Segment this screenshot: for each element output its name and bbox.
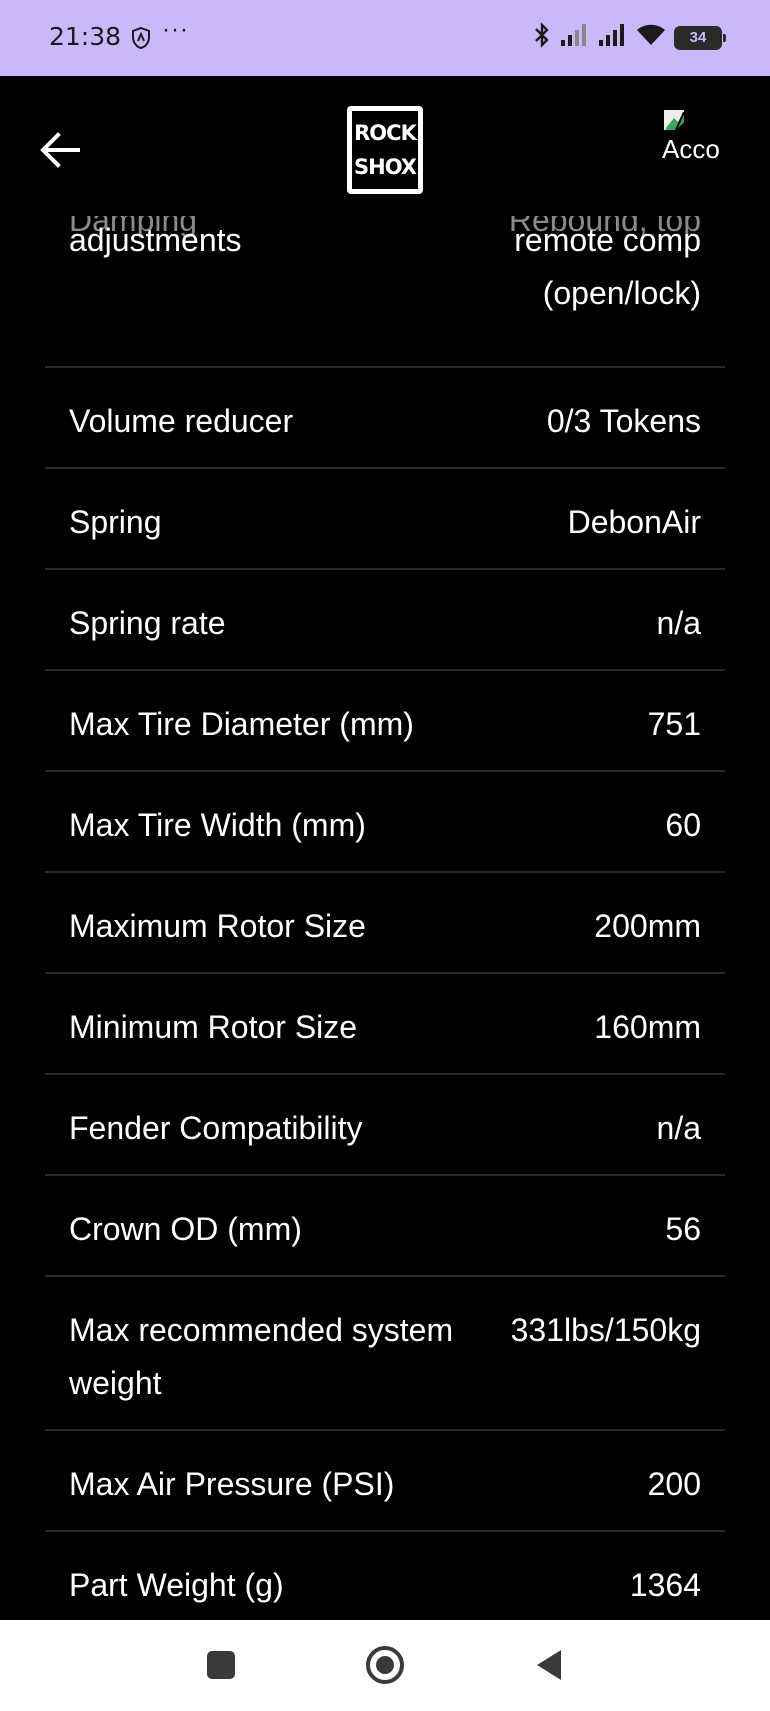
spec-row: Maximum Rotor Size 200mm <box>45 873 725 974</box>
account-button[interactable]: Acco <box>660 106 770 166</box>
circle-home-icon <box>366 1646 404 1684</box>
broken-image-icon <box>662 108 690 132</box>
status-bar: 21:38 ··· 34 <box>0 0 770 76</box>
spec-value: 160mm <box>594 1009 701 1045</box>
square-icon <box>207 1651 235 1679</box>
spec-label: Maximum Rotor Size <box>69 908 366 944</box>
wifi-icon <box>636 23 666 52</box>
spec-value: n/a <box>656 1110 701 1146</box>
spec-value: n/a <box>656 605 701 641</box>
spec-label: Fender Compatibility <box>69 1110 363 1146</box>
account-label: Acco <box>662 134 720 164</box>
spec-label: Max recommended system weight <box>69 1312 454 1401</box>
spec-label: Max Air Pressure (PSI) <box>69 1466 395 1502</box>
shield-icon <box>130 26 152 55</box>
spec-value: 331lbs/150kg <box>510 1312 701 1348</box>
spec-label: Part Weight (g) <box>69 1567 284 1603</box>
spec-value: 1364 <box>629 1567 701 1603</box>
battery-level: 34 <box>689 29 707 46</box>
system-back-button[interactable] <box>527 1642 573 1688</box>
spec-value: 200 <box>647 1466 701 1502</box>
spec-value: 200mm <box>594 908 701 944</box>
home-button[interactable] <box>362 1642 408 1688</box>
back-button[interactable] <box>38 128 82 172</box>
spec-row: Part Weight (g) 1364 <box>45 1532 725 1620</box>
spec-label: Max Tire Width (mm) <box>69 807 366 843</box>
spec-label: Spring rate <box>69 605 226 641</box>
spec-value: 751 <box>647 706 701 742</box>
specs-list: Damping Rebound, top adjustments remote … <box>45 216 725 1620</box>
spec-label: Max Tire Diameter (mm) <box>69 706 414 742</box>
recents-button[interactable] <box>198 1642 244 1688</box>
spec-label: Minimum Rotor Size <box>69 1009 358 1045</box>
spec-row: Volume reducer 0/3 Tokens <box>45 368 725 469</box>
bluetooth-icon <box>532 22 552 53</box>
app-bar: ROCK SHOX Acco <box>0 76 770 216</box>
spec-label: Spring <box>69 504 162 540</box>
logo-line-1: ROCK <box>354 121 417 145</box>
spec-label: adjustments <box>69 222 242 258</box>
spec-value: 60 <box>665 807 701 843</box>
spec-row: Fender Compatibility n/a <box>45 1075 725 1176</box>
spec-label: Crown OD (mm) <box>69 1211 302 1247</box>
logo-line-2: SHOX <box>354 155 417 179</box>
triangle-back-icon <box>537 1650 561 1680</box>
signal-icon-1 <box>560 23 590 52</box>
spec-row: Minimum Rotor Size 160mm <box>45 974 725 1075</box>
spec-row: Max Tire Diameter (mm) 751 <box>45 671 725 772</box>
spec-row: Max Air Pressure (PSI) 200 <box>45 1431 725 1532</box>
more-notifications-icon: ··· <box>162 16 189 43</box>
spec-row: Damping Rebound, top adjustments remote … <box>45 216 725 368</box>
arrow-left-icon <box>40 132 80 168</box>
status-time: 21:38 <box>49 22 122 51</box>
spec-value: DebonAir <box>567 504 701 540</box>
rockshox-logo[interactable]: ROCK SHOX <box>347 106 423 194</box>
spec-value: 0/3 Tokens <box>546 403 701 439</box>
spec-value-line-2: (open/lock) <box>542 275 701 311</box>
spec-row: Crown OD (mm) 56 <box>45 1176 725 1277</box>
spec-label: Volume reducer <box>69 403 294 439</box>
spec-value: 56 <box>665 1211 701 1247</box>
spec-value: remote comp <box>514 222 701 258</box>
spec-row: Max Tire Width (mm) 60 <box>45 772 725 873</box>
signal-icon-2 <box>598 23 628 52</box>
battery-icon: 34 <box>674 25 726 50</box>
spec-row: Spring rate n/a <box>45 570 725 671</box>
spec-row: Spring DebonAir <box>45 469 725 570</box>
system-nav-bar <box>0 1620 770 1711</box>
spec-row: Max recommended system weight 331lbs/150… <box>45 1277 725 1431</box>
